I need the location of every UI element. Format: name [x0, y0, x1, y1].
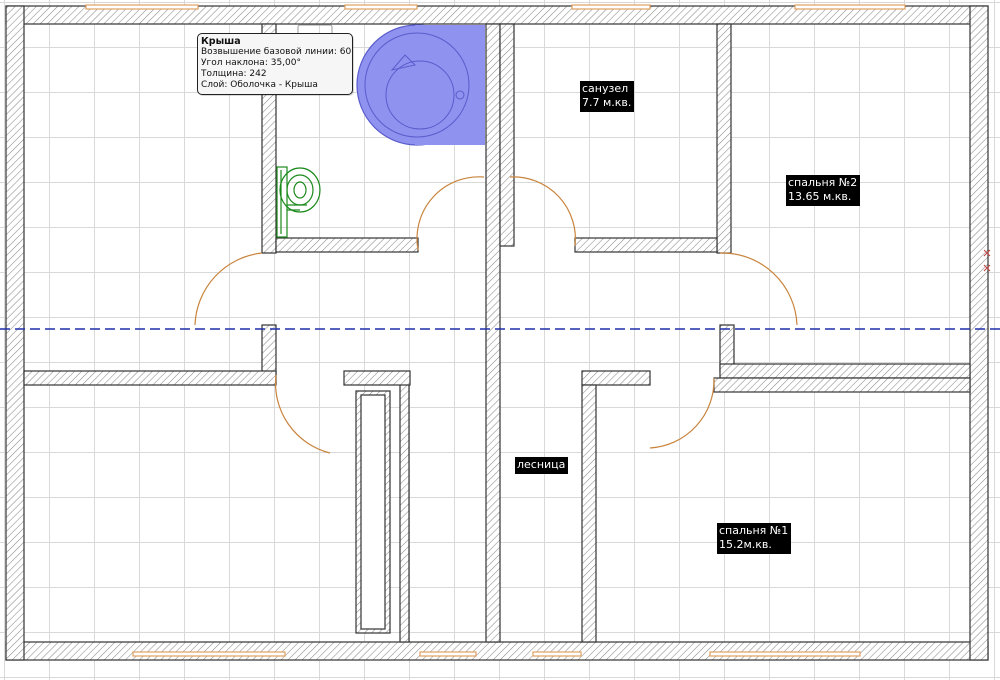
- window: [344, 4, 418, 10]
- wall-segment: [261, 324, 277, 378]
- window: [709, 651, 861, 657]
- window: [532, 651, 582, 657]
- door-arc: [194, 252, 263, 326]
- wall-segment: [581, 370, 651, 386]
- wall-segment: [713, 377, 971, 393]
- wall-segment: [716, 23, 732, 254]
- room-area: 7.7 м.кв.: [582, 96, 632, 109]
- wall-segment: [343, 370, 411, 386]
- wall-segment: [574, 237, 718, 253]
- room-label-bedroom-1[interactable]: спальня №1 15.2м.кв.: [717, 523, 792, 554]
- room-label-sanuzel[interactable]: санузел 7.7 м.кв.: [580, 81, 635, 112]
- window: [85, 4, 199, 10]
- wall-segment: [5, 641, 989, 661]
- room-label-stair[interactable]: лесница: [515, 457, 569, 474]
- window: [419, 651, 477, 657]
- tooltip-line-thickness: Толщина: 242: [201, 69, 267, 79]
- wall-segment: [719, 363, 971, 379]
- window: [794, 4, 906, 10]
- window: [571, 4, 651, 10]
- room-area: 13.65 м.кв.: [788, 190, 852, 203]
- tooltip-line-pitch: Угол наклона: 35,00°: [201, 58, 301, 68]
- floor-plan[interactable]: [0, 0, 1000, 680]
- room-name: спальня №1: [719, 524, 789, 537]
- roof-info-tooltip: Крыша Возвышение базовой линии: 6000 Уго…: [197, 33, 353, 95]
- tooltip-title: Крыша: [201, 36, 241, 47]
- wall-segment: [485, 23, 501, 643]
- wall-segment: [969, 5, 989, 661]
- tooltip-line-baseline: Возвышение базовой линии: 6000: [201, 47, 351, 57]
- room-name: спальня №2: [788, 176, 858, 189]
- wall-segment: [23, 370, 277, 386]
- room-name: лесница: [517, 458, 566, 471]
- door-arc: [274, 374, 331, 454]
- wall-segment: [275, 237, 419, 253]
- door-arc: [649, 377, 715, 449]
- tooltip-line-layer: Слой: Оболочка - Крыша: [201, 80, 318, 90]
- room-label-bedroom-2[interactable]: спальня №2 13.65 м.кв.: [786, 175, 861, 206]
- room-area: 15.2м.кв.: [719, 538, 772, 551]
- stair-element: [355, 390, 391, 634]
- walls: [5, 5, 989, 661]
- wall-segment: [499, 23, 515, 247]
- door-arc: [719, 252, 798, 326]
- round-bathtub-icon: [356, 24, 485, 146]
- wall-segment: [399, 377, 410, 643]
- window: [132, 651, 286, 657]
- door-arc: [509, 176, 577, 247]
- wall-segment: [581, 384, 597, 643]
- door-arc: [416, 176, 485, 251]
- sink-icon: [276, 166, 321, 238]
- room-name: санузел: [582, 82, 629, 95]
- wall-segment: [5, 5, 25, 661]
